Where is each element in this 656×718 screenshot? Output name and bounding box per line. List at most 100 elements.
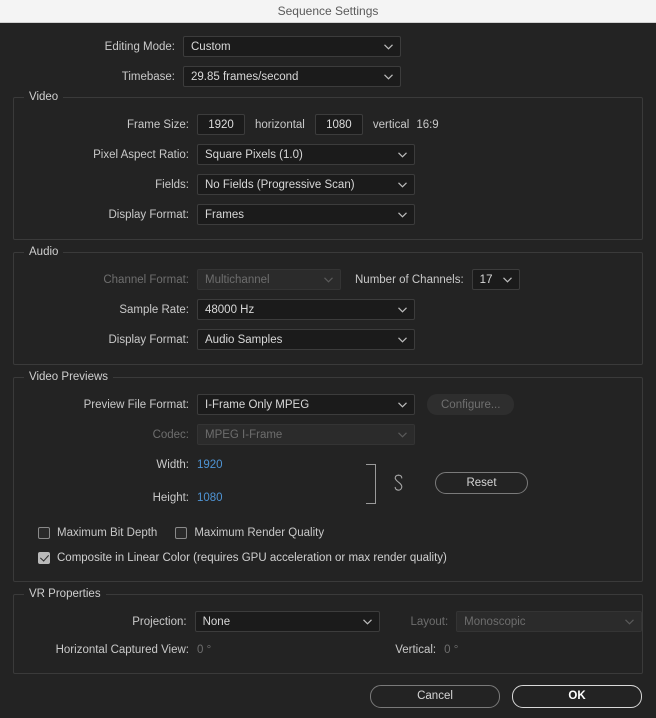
frame-size-aspect-ratio: 16:9 xyxy=(416,118,439,131)
editing-mode-value: Custom xyxy=(191,40,231,53)
horizontal-captured-view-value: 0 ° xyxy=(197,644,212,656)
audio-display-format-select[interactable]: Audio Samples xyxy=(197,329,415,350)
pixel-aspect-ratio-value: Square Pixels (1.0) xyxy=(205,148,303,161)
chevron-down-icon xyxy=(398,330,407,349)
chevron-down-icon xyxy=(398,300,407,319)
frame-size-vertical-label: vertical xyxy=(372,118,410,131)
video-group-legend: Video xyxy=(24,91,64,103)
preview-checkbox-row-2: Composite in Linear Color (requires GPU … xyxy=(14,549,642,567)
frame-size-vertical-input[interactable] xyxy=(314,114,363,135)
frame-size-row: Frame Size: horizontal vertical 16:9 xyxy=(14,114,642,135)
preview-width-value[interactable]: 1920 xyxy=(197,459,223,471)
preview-height-value[interactable]: 1080 xyxy=(197,492,223,504)
chain-link-icon[interactable] xyxy=(393,473,404,496)
preview-height-row: Height: 1080 xyxy=(14,487,642,508)
window-title: Sequence Settings xyxy=(277,4,379,18)
chevron-down-icon xyxy=(625,612,634,631)
editing-mode-select[interactable]: Custom xyxy=(183,36,401,57)
chevron-down-icon xyxy=(398,395,407,414)
maximum-bit-depth-label: Maximum Bit Depth xyxy=(57,527,158,539)
chevron-down-icon xyxy=(398,425,407,444)
composite-in-linear-color-label: Composite in Linear Color (requires GPU … xyxy=(57,552,447,564)
video-display-format-row: Display Format: Frames xyxy=(14,204,642,225)
video-display-format-select[interactable]: Frames xyxy=(197,204,415,225)
frame-size-horizontal-label: horizontal xyxy=(255,118,305,131)
pixel-aspect-ratio-label: Pixel Aspect Ratio: xyxy=(93,148,189,161)
preview-height-label: Height: xyxy=(152,491,189,504)
timebase-row: Timebase: 29.85 frames/second xyxy=(0,66,656,87)
projection-value: None xyxy=(202,615,231,628)
fields-select[interactable]: No Fields (Progressive Scan) xyxy=(197,174,415,195)
vr-properties-group: VR Properties Projection: None Layout: M… xyxy=(13,588,643,674)
channel-format-value: Multichannel xyxy=(205,273,270,286)
chevron-down-icon xyxy=(502,270,512,289)
channel-format-label: Channel Format: xyxy=(103,273,189,286)
video-display-format-value: Frames xyxy=(205,208,244,221)
frame-size-label: Frame Size: xyxy=(127,118,189,131)
number-of-channels-select[interactable]: 17 xyxy=(471,269,520,290)
composite-in-linear-color-checkbox[interactable] xyxy=(38,552,50,564)
video-previews-group-legend: Video Previews xyxy=(24,371,114,383)
captured-view-row: Horizontal Captured View: 0 ° Vertical: … xyxy=(14,641,642,659)
number-of-channels-label: Number of Channels: xyxy=(355,273,464,286)
preview-file-format-row: Preview File Format: I-Frame Only MPEG C… xyxy=(14,394,642,415)
chevron-down-icon xyxy=(384,67,393,86)
editing-mode-label: Editing Mode: xyxy=(104,40,175,53)
cancel-button[interactable]: Cancel xyxy=(370,684,500,708)
vertical-value: 0 ° xyxy=(444,644,459,656)
timebase-select[interactable]: 29.85 frames/second xyxy=(183,66,401,87)
preview-width-label: Width: xyxy=(156,458,189,471)
vertical-label: Vertical: xyxy=(395,644,437,656)
preview-width-row: Width: 1920 xyxy=(14,454,642,475)
sample-rate-select[interactable]: 48000 Hz xyxy=(197,299,415,320)
layout-select: Monoscopic xyxy=(456,611,642,632)
maximum-render-quality-label: Maximum Render Quality xyxy=(194,527,325,539)
pixel-aspect-ratio-row: Pixel Aspect Ratio: Square Pixels (1.0) xyxy=(14,144,642,165)
chevron-down-icon xyxy=(384,37,393,56)
channel-format-select: Multichannel xyxy=(197,269,341,290)
reset-button[interactable]: Reset xyxy=(435,472,528,494)
dialog-footer: Cancel OK xyxy=(0,674,656,718)
codec-value: MPEG I-Frame xyxy=(205,428,283,441)
window-title-bar: Sequence Settings xyxy=(0,0,656,23)
fields-row: Fields: No Fields (Progressive Scan) xyxy=(14,174,642,195)
pixel-aspect-ratio-select[interactable]: Square Pixels (1.0) xyxy=(197,144,415,165)
editing-mode-row: Editing Mode: Custom xyxy=(0,36,656,57)
preview-checkbox-row-1: Maximum Bit Depth Maximum Render Quality xyxy=(14,524,642,542)
audio-group: Audio Channel Format: Multichannel Numbe… xyxy=(13,246,643,365)
sequence-settings-dialog: Editing Mode: Custom Timebase: 29.85 fra… xyxy=(0,23,656,718)
projection-row: Projection: None Layout: Monoscopic xyxy=(14,611,642,632)
timebase-value: 29.85 frames/second xyxy=(191,70,299,83)
maximum-bit-depth-checkbox[interactable] xyxy=(38,527,50,539)
chevron-down-icon xyxy=(398,175,407,194)
codec-select: MPEG I-Frame xyxy=(197,424,415,445)
sample-rate-label: Sample Rate: xyxy=(119,303,189,316)
fields-value: No Fields (Progressive Scan) xyxy=(205,178,355,191)
layout-value: Monoscopic xyxy=(464,615,526,628)
chevron-down-icon xyxy=(398,145,407,164)
frame-size-horizontal-input[interactable] xyxy=(197,114,245,135)
ok-button[interactable]: OK xyxy=(512,684,642,708)
video-group: Video Frame Size: horizontal vertical 16… xyxy=(13,91,643,240)
preview-file-format-label: Preview File Format: xyxy=(83,398,189,411)
preview-file-format-select[interactable]: I-Frame Only MPEG xyxy=(197,394,415,415)
sample-rate-value: 48000 Hz xyxy=(205,303,255,316)
video-display-format-label: Display Format: xyxy=(108,208,189,221)
codec-row: Codec: MPEG I-Frame xyxy=(14,424,642,445)
dimension-link-controls: Reset xyxy=(366,460,546,508)
chevron-down-icon xyxy=(324,270,333,289)
general-settings-section: Editing Mode: Custom Timebase: 29.85 fra… xyxy=(0,23,656,87)
maximum-render-quality-checkbox[interactable] xyxy=(175,527,188,539)
projection-select[interactable]: None xyxy=(194,611,381,632)
vr-properties-group-legend: VR Properties xyxy=(24,588,106,600)
audio-display-format-value: Audio Samples xyxy=(205,333,283,346)
audio-group-legend: Audio xyxy=(24,246,64,258)
link-bracket-icon xyxy=(366,464,376,504)
chevron-down-icon xyxy=(363,612,373,631)
projection-label: Projection: xyxy=(132,615,187,628)
timebase-label: Timebase: xyxy=(121,70,175,83)
layout-label: Layout: xyxy=(410,615,449,628)
channel-format-row: Channel Format: Multichannel Number of C… xyxy=(14,269,642,290)
audio-display-format-label: Display Format: xyxy=(108,333,189,346)
preview-file-format-value: I-Frame Only MPEG xyxy=(205,398,310,411)
